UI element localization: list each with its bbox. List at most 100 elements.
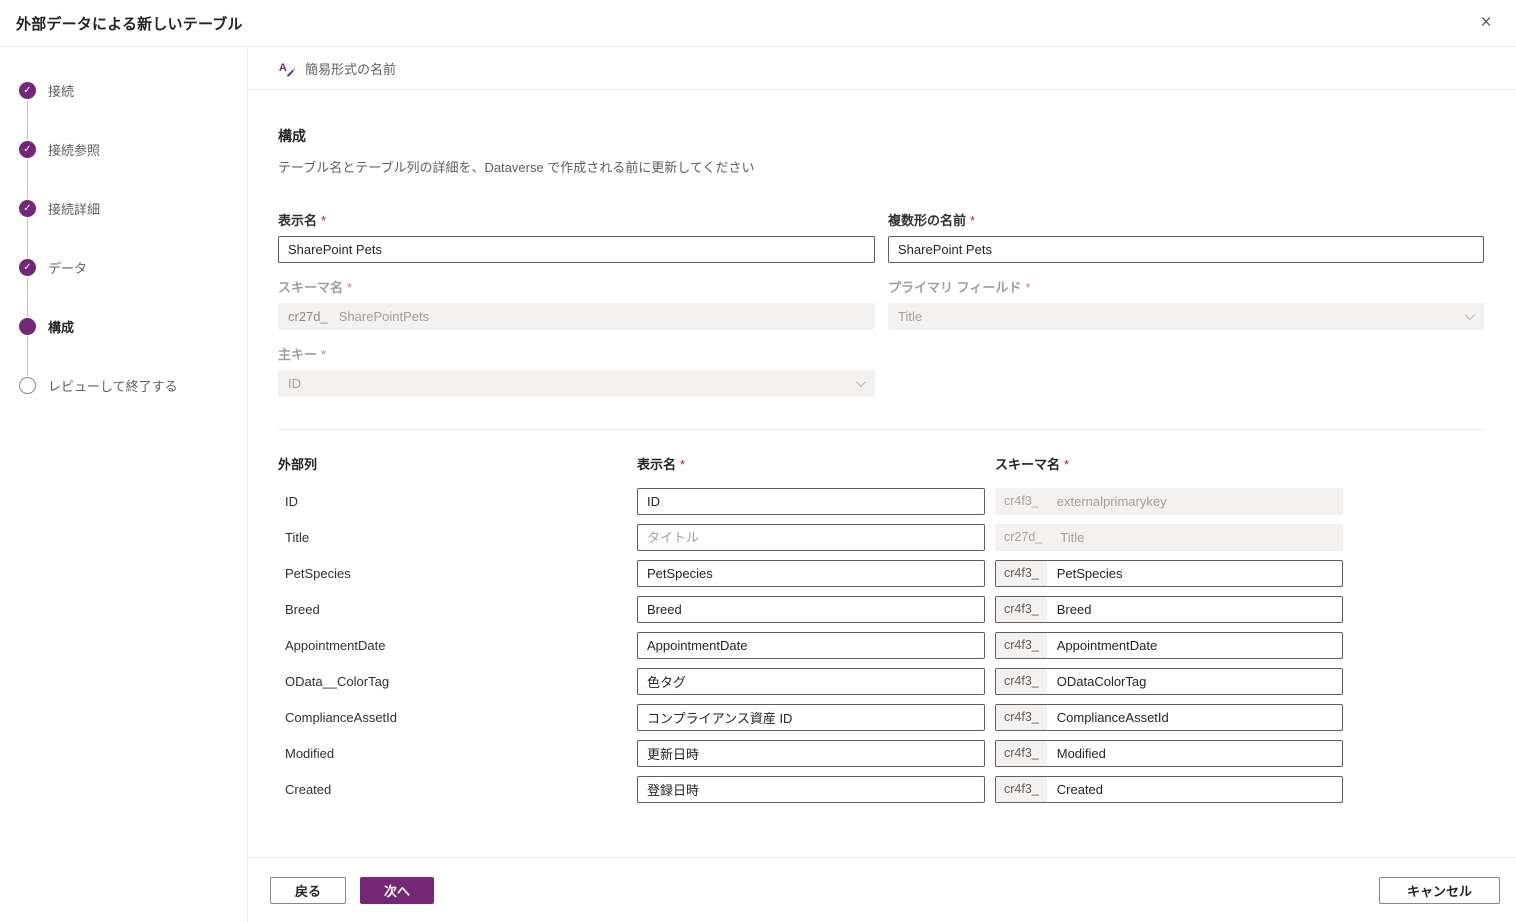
required-asterisk: * — [321, 347, 326, 362]
back-button[interactable]: 戻る — [270, 877, 346, 904]
column-schema-name-field: cr27d_ — [995, 524, 1343, 551]
column-schema-name-input[interactable] — [1047, 741, 1342, 766]
required-asterisk: * — [680, 457, 685, 472]
primary-key-field: 主キー * ID — [278, 344, 875, 397]
column-schema-name-field: cr4f3_ — [995, 740, 1343, 767]
external-column-name: OData__ColorTag — [278, 674, 637, 689]
header-schema-name: スキーマ名 — [995, 457, 1060, 472]
column-schema-name-input[interactable] — [1047, 633, 1342, 658]
stepper: ✓ 接続 ✓ 接続参照 ✓ 接続詳細 — [0, 47, 248, 922]
step-label: 接続 — [48, 81, 74, 100]
step-connector — [27, 159, 28, 199]
column-schema-name-input[interactable] — [1047, 597, 1342, 622]
chevron-down-icon — [1465, 310, 1475, 320]
dialog-titlebar: 外部データによる新しいテーブル × — [0, 0, 1516, 47]
column-schema-prefix: cr4f3_ — [996, 561, 1047, 586]
step-completed-check-icon: ✓ — [19, 141, 36, 158]
column-schema-name-field: cr4f3_ — [995, 776, 1343, 803]
column-display-name-input[interactable] — [637, 524, 985, 551]
next-button[interactable]: 次へ — [360, 877, 434, 904]
table-row: Created cr4f3_ — [278, 771, 1484, 807]
primary-field-dropdown: Title — [888, 303, 1484, 330]
required-asterisk: * — [970, 213, 975, 228]
column-schema-name-input[interactable] — [1047, 705, 1342, 730]
column-schema-name-field: cr4f3_ — [995, 704, 1343, 731]
primary-key-value: ID — [288, 376, 301, 391]
primary-field-value: Title — [898, 309, 922, 324]
simplified-name-command[interactable]: A 簡易形式の名前 — [248, 47, 1516, 90]
main-panel: A 簡易形式の名前 構成 テーブル名とテーブル列の詳細を、Dataverse で… — [248, 47, 1516, 922]
dialog-body: ✓ 接続 ✓ 接続参照 ✓ 接続詳細 — [0, 47, 1516, 922]
plural-name-input[interactable] — [888, 236, 1484, 263]
step-completed-check-icon: ✓ — [19, 200, 36, 217]
table-row: PetSpecies cr4f3_ — [278, 555, 1484, 591]
column-display-name-input[interactable] — [637, 488, 985, 515]
primary-key-label: 主キー — [278, 347, 317, 362]
header-external-column: 外部列 — [278, 454, 637, 473]
external-column-name: ComplianceAssetId — [278, 710, 637, 725]
display-name-label: 表示名 — [278, 213, 317, 228]
external-column-name: Modified — [278, 746, 637, 761]
column-schema-prefix: cr4f3_ — [996, 705, 1047, 730]
stepper-step-6: レビューして終了する — [0, 376, 247, 395]
schema-prefix: cr27d_ — [288, 309, 328, 324]
column-schema-name-field: cr4f3_ — [995, 560, 1343, 587]
table-row: Title cr27d_ — [278, 519, 1484, 555]
external-column-name: ID — [278, 494, 637, 509]
step-label: レビューして終了する — [48, 376, 178, 395]
plural-name-field: 複数形の名前 * — [888, 210, 1484, 263]
header-display-name: 表示名 — [637, 457, 676, 472]
stepper-step-3: ✓ 接続詳細 — [0, 199, 247, 258]
step-label: 構成 — [48, 317, 74, 336]
column-display-name-input[interactable] — [637, 632, 985, 659]
required-asterisk: * — [347, 280, 352, 295]
section-description: テーブル名とテーブル列の詳細を、Dataverse で作成される前に更新してくだ… — [278, 157, 1484, 176]
close-button[interactable]: × — [1472, 9, 1500, 37]
external-columns-header: 外部列 表示名 * スキーマ名 * — [278, 454, 1484, 473]
column-schema-name-input[interactable] — [1047, 777, 1342, 802]
column-display-name-input[interactable] — [637, 596, 985, 623]
plural-name-label: 複数形の名前 — [888, 213, 966, 228]
section-divider — [278, 429, 1484, 430]
step-connector — [27, 218, 28, 258]
column-display-name-input[interactable] — [637, 740, 985, 767]
column-schema-name-field: cr4f3_ — [995, 668, 1343, 695]
external-column-name: Title — [278, 530, 637, 545]
column-display-name-input[interactable] — [637, 668, 985, 695]
column-display-name-input[interactable] — [637, 704, 985, 731]
column-schema-prefix: cr4f3_ — [996, 777, 1047, 802]
primary-key-dropdown: ID — [278, 370, 875, 397]
step-connector — [27, 277, 28, 317]
column-schema-prefix: cr27d_ — [996, 525, 1050, 550]
display-name-field: 表示名* — [278, 210, 875, 263]
external-columns-rows: ID cr4f3_ Title — [278, 483, 1484, 807]
primary-field-field: プライマリ フィールド* Title — [888, 277, 1484, 330]
column-display-name-input[interactable] — [637, 560, 985, 587]
stepper-step-5: 構成 — [0, 317, 247, 376]
column-schema-name-input — [1047, 489, 1342, 514]
schema-value: SharePointPets — [339, 309, 429, 324]
chevron-down-icon — [856, 377, 866, 387]
external-column-name: PetSpecies — [278, 566, 637, 581]
column-schema-name-input[interactable] — [1047, 561, 1342, 586]
step-label: 接続詳細 — [48, 199, 100, 218]
column-schema-name-input[interactable] — [1047, 669, 1342, 694]
table-row: AppointmentDate cr4f3_ — [278, 627, 1484, 663]
step-label: 接続参照 — [48, 140, 100, 159]
column-schema-name-field: cr4f3_ — [995, 596, 1343, 623]
step-completed-check-icon: ✓ — [19, 259, 36, 276]
rename-icon: A — [278, 60, 295, 77]
stepper-step-1: ✓ 接続 — [0, 81, 247, 140]
column-display-name-input[interactable] — [637, 776, 985, 803]
column-schema-name-field: cr4f3_ — [995, 632, 1343, 659]
dialog-title: 外部データによる新しいテーブル — [16, 13, 243, 34]
required-asterisk: * — [1064, 457, 1069, 472]
column-schema-name-field: cr4f3_ — [995, 488, 1343, 515]
step-current-icon — [19, 318, 36, 335]
stepper-step-2: ✓ 接続参照 — [0, 140, 247, 199]
external-columns-table: 外部列 表示名 * スキーマ名 * ID — [278, 454, 1484, 807]
column-schema-prefix: cr4f3_ — [996, 489, 1047, 514]
display-name-input[interactable] — [278, 236, 875, 263]
cancel-button[interactable]: キャンセル — [1379, 877, 1500, 904]
table-row: ID cr4f3_ — [278, 483, 1484, 519]
